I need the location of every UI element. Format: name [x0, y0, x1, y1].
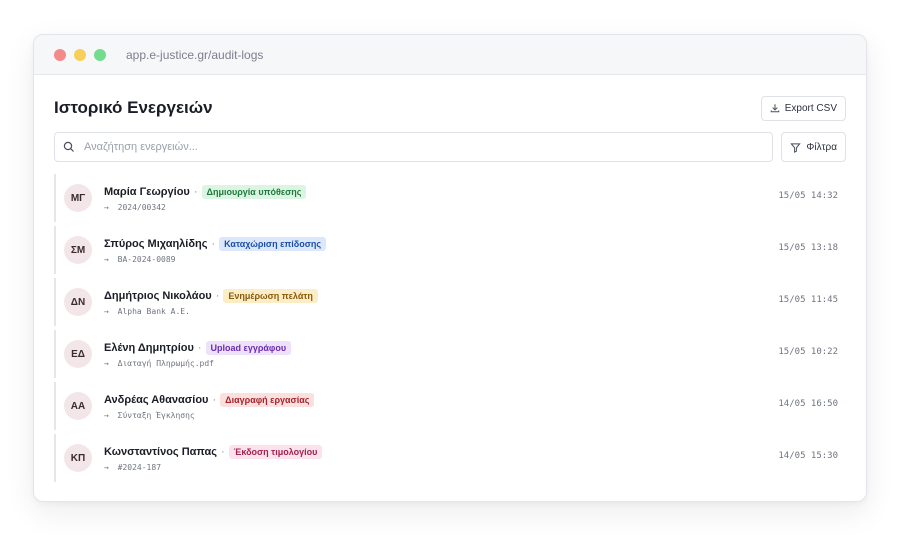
page-header: Ιστορικό Ενεργειών Export CSV [54, 95, 846, 121]
action-badge: Διαγραφή εργασίας [220, 393, 315, 407]
list-item[interactable]: ΚΠ Κωνσταντίνος Παπας · Έκδοση τιμολογίο… [54, 434, 846, 482]
search-icon [63, 141, 74, 152]
user-name: Ελένη Δημητρίου [104, 342, 194, 354]
entry-summary: Ανδρέας Αθανασίου · Διαγραφή εργασίας [104, 392, 315, 408]
timestamp: 14/05 16:50 [778, 399, 838, 409]
filter-icon [790, 142, 802, 153]
browser-window: app.e-justice.gr/audit-logs Ιστορικό Ενε… [33, 34, 867, 502]
timestamp: 14/05 15:30 [778, 451, 838, 461]
user-name: Μαρία Γεωργίου [104, 186, 190, 198]
list-item[interactable]: ΔΝ Δημήτριος Νικολάου · Ενημέρωση πελάτη… [54, 278, 846, 326]
avatar: ΔΝ [64, 288, 92, 316]
target-text: ΒΑ-2024-0089 [117, 255, 176, 264]
avatar: ΑΑ [64, 392, 92, 420]
separator: · [221, 446, 225, 458]
filter-button[interactable]: Φίλτρα [781, 132, 846, 162]
entry-summary: Κωνσταντίνος Παπας · Έκδοση τιμολογίου [104, 444, 323, 460]
list-item[interactable]: ΜΓ Μαρία Γεωργίου · Δημιουργία υπόθεσης … [54, 174, 846, 222]
avatar: ΜΓ [64, 184, 92, 212]
page-title: Ιστορικό Ενεργειών [54, 98, 213, 117]
entry-target: → Alpha Bank A.E. [104, 307, 318, 316]
action-badge: Δημιουργία υπόθεσης [201, 185, 307, 199]
action-badge: Καταχώριση επίδοσης [219, 237, 327, 251]
target-text: Σύνταξη Έγκλησης [117, 411, 195, 420]
minimize-window-button[interactable] [74, 48, 86, 61]
timestamp: 15/05 13:18 [778, 243, 838, 253]
separator: · [197, 342, 202, 354]
user-name: Κωνσταντίνος Παπας [104, 446, 217, 458]
user-name: Σπύρος Μιχαηλίδης [104, 238, 208, 250]
user-name: Ανδρέας Αθανασίου [104, 394, 209, 406]
address-bar[interactable]: app.e-justice.gr/audit-logs [126, 48, 263, 62]
entry-details: Κωνσταντίνος Παπας · Έκδοση τιμολογίου →… [104, 444, 323, 472]
entry-details: Ανδρέας Αθανασίου · Διαγραφή εργασίας → … [104, 392, 315, 420]
separator: · [215, 290, 220, 302]
entry-summary: Δημήτριος Νικολάου · Ενημέρωση πελάτη [104, 288, 318, 304]
timestamp: 15/05 14:32 [778, 191, 838, 201]
target-text: #2024-187 [117, 463, 162, 472]
timestamp: 15/05 10:22 [778, 347, 838, 357]
timestamp: 15/05 11:45 [778, 295, 838, 305]
title-bar: app.e-justice.gr/audit-logs [34, 35, 866, 75]
entry-summary: Ελένη Δημητρίου · Upload εγγράφου [104, 340, 292, 356]
arrow-icon: → [104, 255, 109, 264]
arrow-icon: → [104, 203, 109, 212]
arrow-icon: → [104, 463, 109, 472]
target-text: 2024/00342 [117, 203, 166, 212]
entry-target: → Σύνταξη Έγκλησης [104, 411, 314, 420]
arrow-icon: → [104, 359, 109, 368]
entry-details: Δημήτριος Νικολάου · Ενημέρωση πελάτη → … [104, 288, 318, 316]
separator: · [193, 186, 198, 198]
action-badge: Ενημέρωση πελάτη [223, 289, 318, 303]
avatar: ΕΔ [64, 340, 92, 368]
main-content: Ιστορικό Ενεργειών Export CSV Φ [34, 75, 866, 482]
arrow-icon: → [104, 411, 109, 420]
entry-details: Μαρία Γεωργίου · Δημιουργία υπόθεσης → 2… [104, 184, 307, 212]
avatar: ΚΠ [64, 444, 92, 472]
entry-target: → #2024-187 [104, 463, 322, 472]
avatar: ΣΜ [64, 236, 92, 264]
target-text: Alpha Bank A.E. [117, 307, 190, 316]
separator: · [212, 394, 217, 406]
entry-details: Σπύρος Μιχαηλίδης · Καταχώριση επίδοσης … [104, 236, 327, 264]
list-item[interactable]: ΣΜ Σπύρος Μιχαηλίδης · Καταχώριση επίδοσ… [54, 226, 846, 274]
entry-target: → ΒΑ-2024-0089 [104, 255, 326, 264]
arrow-icon: → [104, 307, 109, 316]
search-row: Φίλτρα [54, 132, 846, 162]
close-window-button[interactable] [54, 48, 66, 61]
maximize-window-button[interactable] [94, 48, 106, 61]
entry-summary: Μαρία Γεωργίου · Δημιουργία υπόθεσης [104, 184, 307, 200]
filter-label: Φίλτρα [806, 141, 837, 153]
target-text: Διαταγή Πληρωμής.pdf [117, 359, 214, 368]
export-csv-button[interactable]: Export CSV [760, 95, 846, 121]
entry-target: → 2024/00342 [104, 203, 306, 212]
search-input[interactable] [84, 141, 684, 153]
entry-details: Ελένη Δημητρίου · Upload εγγράφου → Διατ… [104, 340, 292, 368]
user-name: Δημήτριος Νικολάου [104, 290, 212, 302]
entry-target: → Διαταγή Πληρωμής.pdf [104, 359, 291, 368]
action-badge: Upload εγγράφου [205, 341, 292, 355]
action-badge: Έκδοση τιμολογίου [228, 445, 323, 459]
list-item[interactable]: ΑΑ Ανδρέας Αθανασίου · Διαγραφή εργασίας… [54, 382, 846, 430]
export-csv-label: Export CSV [784, 102, 837, 114]
separator: · [211, 238, 216, 250]
download-icon [770, 104, 779, 113]
search-box[interactable] [54, 132, 774, 162]
audit-log-list: ΜΓ Μαρία Γεωργίου · Δημιουργία υπόθεσης … [54, 174, 846, 482]
entry-summary: Σπύρος Μιχαηλίδης · Καταχώριση επίδοσης [104, 236, 327, 252]
list-item[interactable]: ΕΔ Ελένη Δημητρίου · Upload εγγράφου → Δ… [54, 330, 846, 378]
